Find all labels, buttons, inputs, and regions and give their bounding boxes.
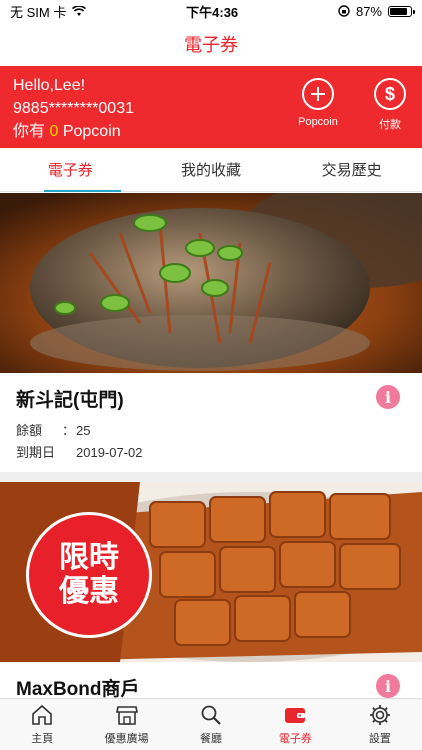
coupon-card[interactable]: 限時 優惠 MaxBond商戶 餘額 ： 0 i xyxy=(0,482,422,698)
info-icon[interactable]: i xyxy=(376,385,400,409)
coupon-name: MaxBond商戶 xyxy=(16,679,140,698)
coupon-name: 新斗記(屯門) xyxy=(16,390,124,411)
home-icon xyxy=(32,704,53,725)
card-number: 9885********0031 xyxy=(13,100,134,117)
battery-icon xyxy=(388,5,415,17)
plus-icon xyxy=(302,78,334,110)
segment-tabs: 電子券 我的收藏 交易歷史 xyxy=(0,148,422,192)
pay-button[interactable]: $ 付款 xyxy=(360,78,420,132)
coupon-expiry: 到期日 2019-07-02 xyxy=(16,445,143,460)
coupon-card[interactable]: 新斗記(屯門) 餘額 ： 25 到期日 2019-07-02 i xyxy=(0,193,422,472)
tabbar-restaurants[interactable]: 餐廳 xyxy=(169,699,253,750)
rotation-lock-icon xyxy=(338,5,350,17)
tabbar-settings[interactable]: 設置 xyxy=(338,699,422,750)
clock: 下午4:36 xyxy=(186,4,239,20)
coupon-list[interactable]: 新斗記(屯門) 餘額 ： 25 到期日 2019-07-02 i 限時 優惠 M… xyxy=(0,193,422,698)
account-banner: Hello,Lee! 9885********0031 你有 0 Popcoin… xyxy=(0,66,422,148)
coin-balance: 你有 0 Popcoin xyxy=(13,123,121,140)
wifi-icon xyxy=(72,5,87,16)
coin-count: 0 xyxy=(49,123,59,140)
tabbar-deals[interactable]: 優惠廣場 xyxy=(84,699,168,750)
tabbar-home[interactable]: 主頁 xyxy=(0,699,84,750)
tab-favorites[interactable]: 我的收藏 xyxy=(141,148,282,191)
popcoin-button[interactable]: Popcoin xyxy=(288,78,348,128)
wallet-icon xyxy=(285,708,306,723)
coupon-photo-roast-pig: 限時 優惠 xyxy=(0,482,422,662)
coupon-balance: 餘額 ： 25 xyxy=(16,423,91,438)
battery-percent: 87% xyxy=(355,3,382,19)
tab-transaction-history[interactable]: 交易歷史 xyxy=(281,148,422,191)
carrier-label: 无 SIM 卡 xyxy=(10,4,67,20)
pay-label: 付款 xyxy=(379,119,401,131)
info-icon[interactable]: i xyxy=(376,674,400,698)
tabbar-e-coupons[interactable]: 電子券 xyxy=(253,699,337,750)
tab-e-coupons[interactable]: 電子券 xyxy=(0,148,141,192)
gear-icon xyxy=(369,705,390,725)
bottom-tab-bar: 主頁 優惠廣場 餐廳 電子券 設置 xyxy=(0,698,422,750)
dollar-icon: $ xyxy=(374,78,406,110)
account-info: Hello,Lee! 9885********0031 你有 0 Popcoin xyxy=(13,74,134,143)
shop-icon xyxy=(115,706,138,725)
limited-offer-badge: 限時 優惠 xyxy=(26,512,152,638)
coupon-photo-abalone xyxy=(0,193,422,373)
page-title: 電子券 xyxy=(184,35,238,55)
greeting: Hello,Lee! xyxy=(13,77,86,94)
status-bar: 无 SIM 卡 下午4:36 87% xyxy=(0,0,422,22)
popcoin-label: Popcoin xyxy=(298,116,338,128)
search-icon xyxy=(201,705,221,725)
